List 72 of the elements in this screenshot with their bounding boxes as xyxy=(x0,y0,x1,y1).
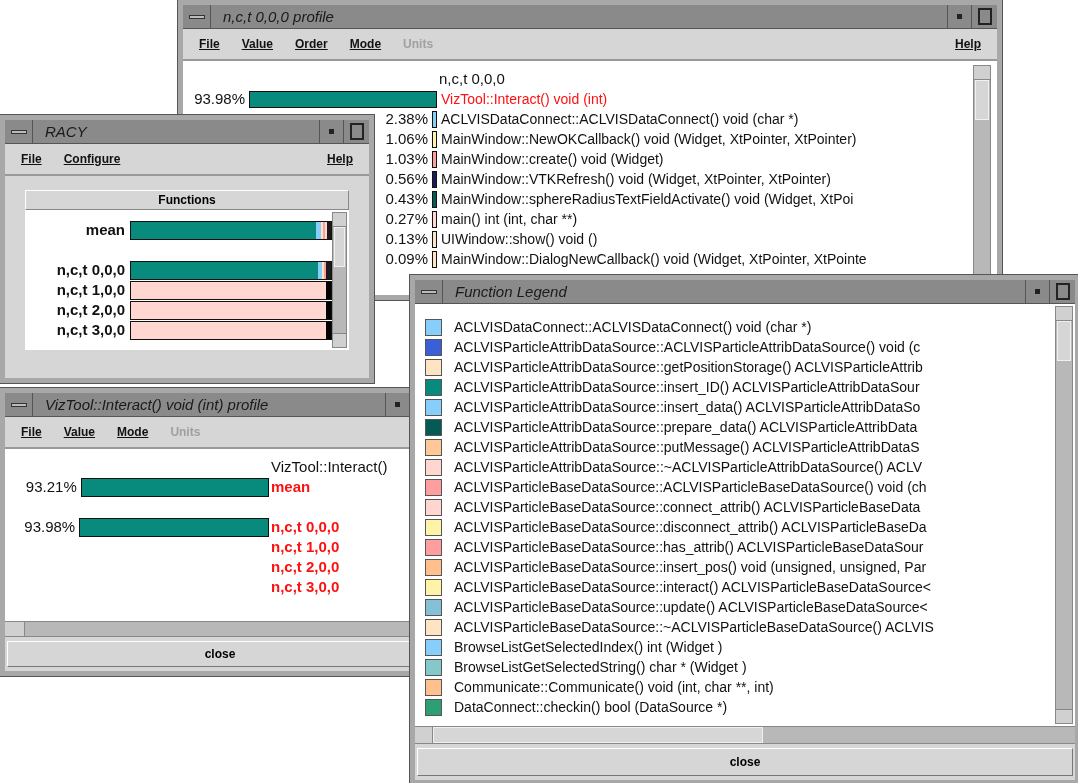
vertical-scrollbar[interactable] xyxy=(1055,306,1073,724)
function-label: ACLVISDataConnect::ACLVISDataConnect() void (char *) xyxy=(440,110,799,129)
percent-label: 0.27% xyxy=(385,209,428,229)
percent-label: 0.09% xyxy=(385,249,428,269)
percent-label: 2.38% xyxy=(385,109,428,129)
legend-label: DataConnect::checkin() bool (DataSource *) xyxy=(454,698,728,717)
percent-label: 93.98% xyxy=(194,89,245,109)
row-label: n,c,t 3,0,0 xyxy=(55,319,125,340)
menu-item[interactable]: Mode xyxy=(349,35,382,53)
function-label: VizTool::Interact() void (int) xyxy=(440,90,608,109)
close-button[interactable]: close xyxy=(417,748,1073,776)
row-label: n,c,t 0,0,0 xyxy=(55,259,125,280)
percent-label: 0.13% xyxy=(385,229,428,249)
legend-label: ACLVISParticleBaseDataSource::ACLVISParticleBaseDataSource() void (ch xyxy=(454,478,927,497)
function-label: main() int (int, char **) xyxy=(440,210,578,229)
legend-label: ACLVISParticleBaseDataSource::has_attrib() ACLVISParticleBaseDataSour xyxy=(454,538,924,557)
window-title: RACY xyxy=(44,122,89,142)
horizontal-scrollbar[interactable] xyxy=(415,726,1075,744)
function-label: MainWindow::sphereRadiusTextFieldActivate() void (Widget, XtPoi xyxy=(440,190,854,209)
legend-label: ACLVISParticleAttribDataSource::~ACLVISParticleAttribDataSource() ACLV xyxy=(454,458,923,477)
percent-label: 0.56% xyxy=(385,169,428,189)
legend-label: Communicate::Communicate() void (int, char **, int) xyxy=(454,678,774,697)
legend-label: ACLVISParticleAttribDataSource::insert_data() ACLVISParticleAttribDataSo xyxy=(454,398,921,417)
vertical-scrollbar[interactable] xyxy=(332,212,347,348)
legend-label: ACLVISParticleBaseDataSource::insert_pos() void (unsigned, unsigned, Par xyxy=(454,558,927,577)
legend-label: ACLVISParticleBaseDataSource::update() ACLVISParticleBaseDataSource< xyxy=(454,598,928,617)
legend-label: ACLVISParticleAttribDataSource::ACLVISParticleAttribDataSource() void (c xyxy=(454,338,921,357)
row-label: n,c,t 1,0,0 xyxy=(271,537,340,557)
menu-item[interactable]: Mode xyxy=(117,423,149,441)
menu-item[interactable]: Value xyxy=(241,35,274,53)
window-title: n,c,t 0,0,0 profile xyxy=(222,7,335,27)
row-label: mean xyxy=(271,477,311,497)
row-label: n,c,t 3,0,0 xyxy=(271,577,340,597)
window-title: Function Legend xyxy=(454,282,568,302)
menu-item[interactable]: File xyxy=(21,150,42,168)
percent-label: 0.43% xyxy=(385,189,428,209)
percent-label: 1.06% xyxy=(385,129,428,149)
column-header: n,c,t 0,0,0 xyxy=(439,69,505,89)
menu-item[interactable]: Order xyxy=(295,35,328,53)
legend-label: ACLVISParticleAttribDataSource::putMessage() ACLVISParticleAttribDataS xyxy=(454,438,920,457)
legend-label: ACLVISParticleAttribDataSource::prepare_data() ACLVISParticleAttribData xyxy=(454,418,918,437)
menu-item[interactable]: Help xyxy=(955,35,981,53)
menu-item[interactable]: Value xyxy=(63,423,96,441)
legend-label: ACLVISParticleBaseDataSource::connect_attrib() ACLVISParticleBaseData xyxy=(454,498,921,517)
legend-label: ACLVISParticleBaseDataSource::~ACLVISParticleBaseDataSource() ACLVIS xyxy=(454,618,934,637)
function-label: MainWindow::create() void (Widget) xyxy=(440,150,664,169)
panel-header-button[interactable]: Functions xyxy=(25,190,349,210)
window-title: VizTool::Interact() void (int) profile xyxy=(44,395,270,415)
function-label: UIWindow::show() void () xyxy=(440,230,598,249)
menu-item[interactable]: File xyxy=(199,35,220,53)
legend-label: ACLVISParticleAttribDataSource::getPositionStorage() ACLVISParticleAttrib xyxy=(454,358,923,377)
legend-label: ACLVISParticleBaseDataSource::interact() ACLVISParticleBaseDataSource< xyxy=(454,578,931,597)
row-label: n,c,t 0,0,0 xyxy=(271,517,340,537)
function-label: MainWindow::VTKRefresh() void (Widget, XtPointer, XtPointer) xyxy=(440,170,831,189)
row-label: n,c,t 2,0,0 xyxy=(271,557,340,577)
legend-label: ACLVISDataConnect::ACLVISDataConnect() void (char *) xyxy=(454,318,812,337)
legend-label: BrowseListGetSelectedIndex() int (Widget ) xyxy=(454,638,723,657)
function-label: MainWindow::NewOKCallback() void (Widget, XtPointer, XtPointer) xyxy=(440,130,857,149)
row-label: n,c,t 1,0,0 xyxy=(55,279,125,300)
row-label: n,c,t 2,0,0 xyxy=(55,299,125,320)
percent-label: 93.98% xyxy=(24,517,76,537)
menu-item[interactable]: File xyxy=(21,423,42,441)
menu-item[interactable]: Configure xyxy=(63,150,121,168)
legend-label: ACLVISParticleAttribDataSource::insert_ID() ACLVISParticleAttribDataSour xyxy=(454,378,920,397)
column-header: VizTool::Interact() xyxy=(271,457,388,477)
menu-item[interactable]: Help xyxy=(327,150,353,168)
legend-label: ACLVISParticleBaseDataSource::disconnect_attrib() ACLVISParticleBaseDa xyxy=(454,518,927,537)
percent-label: 1.03% xyxy=(385,149,428,169)
function-label: MainWindow::DialogNewCallback() void (Widget, XtPointer, XtPointe xyxy=(440,250,867,269)
legend-label: BrowseListGetSelectedString() char * (Widget ) xyxy=(454,658,747,677)
row-label: mean xyxy=(84,219,125,240)
percent-label: 93.21% xyxy=(25,477,77,497)
